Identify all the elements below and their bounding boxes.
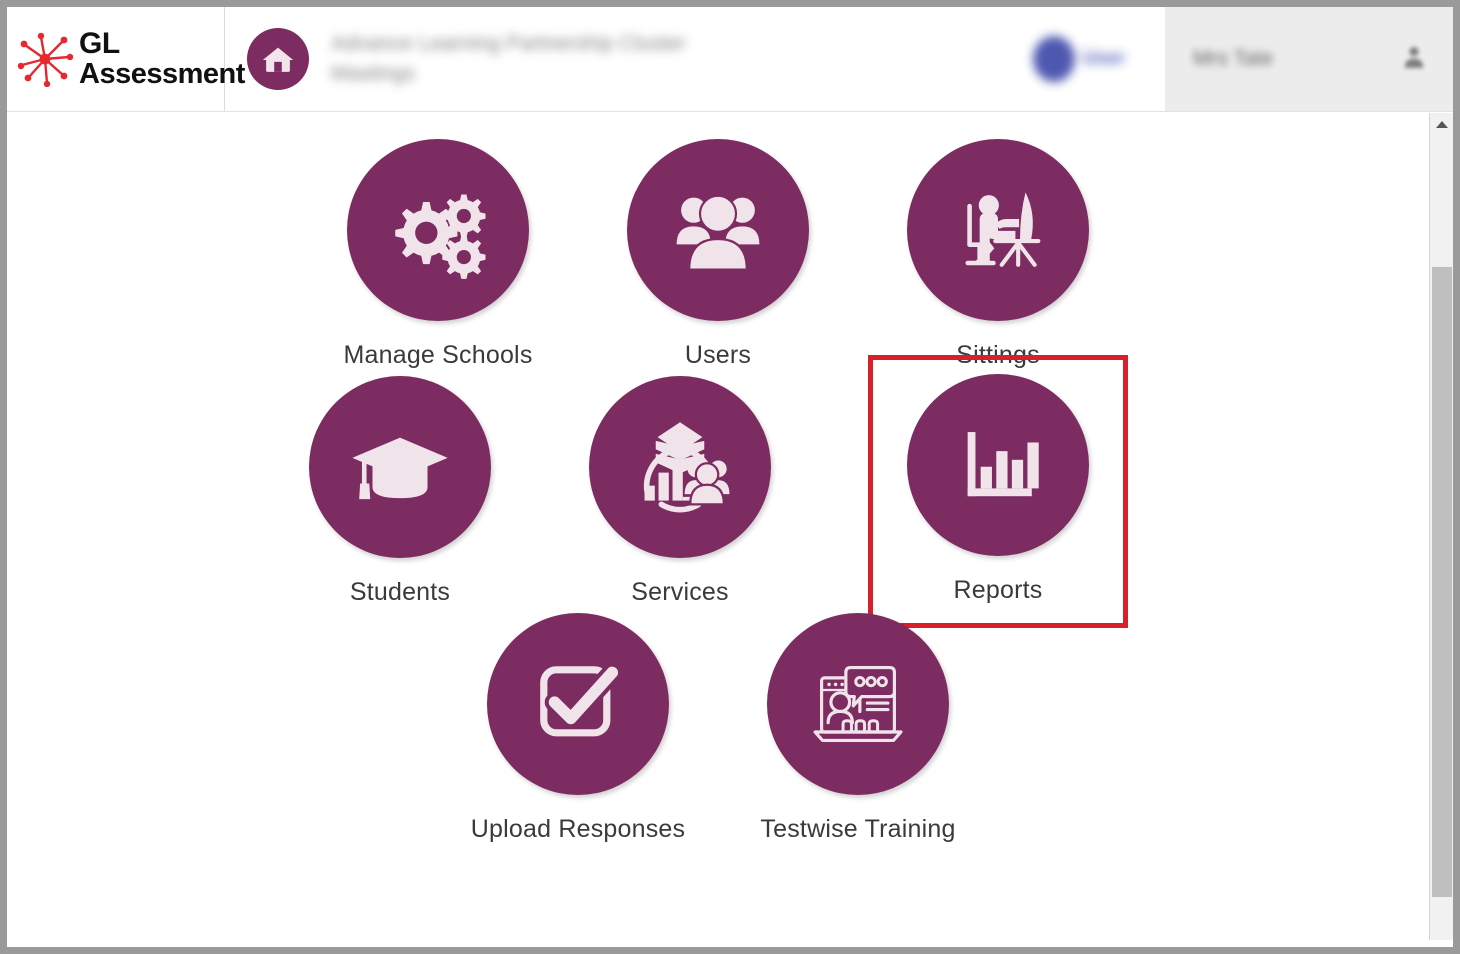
tile-users[interactable]: Users xyxy=(626,139,810,370)
tile-grid: Manage Schools Users Sittings Students S… xyxy=(7,113,1429,844)
person-at-desk-icon xyxy=(965,192,1041,267)
tile-label: Reports xyxy=(953,576,1043,604)
brand-line-1: GL xyxy=(79,27,120,60)
tile-manage-schools[interactable]: Manage Schools xyxy=(343,139,533,370)
tile-icon-container xyxy=(589,376,771,558)
tile-row: Students Services Reports xyxy=(7,355,1429,628)
tile-label: Users xyxy=(684,341,752,369)
tile-icon-container xyxy=(767,613,949,795)
brand-wordmark: GL Assessment xyxy=(79,27,245,90)
app-header: GL Assessment Advance Learning Partnersh… xyxy=(7,7,1453,112)
people-group-icon xyxy=(676,194,760,271)
tile-sittings[interactable]: Sittings xyxy=(906,139,1090,370)
brand-line-2: Assessment xyxy=(79,58,245,90)
checkbox-tick-icon xyxy=(540,662,623,737)
tile-icon-container xyxy=(309,376,491,558)
brand-logo[interactable]: GL Assessment xyxy=(7,7,245,111)
tile-upload-responses[interactable]: Upload Responses xyxy=(471,613,685,844)
tile-icon-container xyxy=(627,139,809,321)
account-panel[interactable]: Mrs Tate xyxy=(1165,7,1453,111)
user-badge-label: User xyxy=(1082,48,1125,69)
tile-label: Services xyxy=(631,578,729,606)
page-title-line-2: Mastings xyxy=(331,62,416,85)
graduation-cap-icon xyxy=(352,437,448,500)
tile-icon-container xyxy=(487,613,669,795)
chevron-up-icon xyxy=(1435,120,1448,128)
tile-label: Students xyxy=(349,578,451,606)
tile-row: Upload Responses Testwise Training xyxy=(7,613,1429,844)
scrollbar-thumb[interactable] xyxy=(1432,267,1452,897)
page-title: Advance Learning Partnership Cluster Mas… xyxy=(331,29,686,89)
tile-row: Manage Schools Users Sittings xyxy=(7,139,1429,370)
gears-icon xyxy=(395,194,486,279)
tile-testwise-training[interactable]: Testwise Training xyxy=(760,613,955,844)
laptop-webinar-icon xyxy=(813,666,903,742)
bar-chart-icon xyxy=(967,432,1039,497)
application-window: GL Assessment Advance Learning Partnersh… xyxy=(0,0,1460,954)
tile-services[interactable]: Services xyxy=(588,376,772,607)
tile-label: Testwise Training xyxy=(760,815,956,843)
page-title-line-1: Advance Learning Partnership Cluster xyxy=(331,32,686,55)
home-icon xyxy=(262,47,294,72)
scroll-up-button[interactable] xyxy=(1430,113,1453,135)
person-icon[interactable] xyxy=(1401,44,1427,75)
home-button[interactable] xyxy=(247,28,309,90)
services-chart-people-icon xyxy=(643,422,730,513)
tile-label: Upload Responses xyxy=(470,815,686,843)
tile-students[interactable]: Students xyxy=(308,376,492,607)
vertical-scrollbar[interactable] xyxy=(1429,113,1453,947)
main-content: Manage Schools Users Sittings Students S… xyxy=(7,113,1429,947)
user-badge[interactable]: User xyxy=(1032,36,1125,82)
tile-icon-container xyxy=(907,374,1089,556)
account-name: Mrs Tate xyxy=(1193,47,1274,70)
starburst-icon xyxy=(17,31,74,88)
tile-icon-container xyxy=(907,139,1089,321)
window-bottom-strip xyxy=(7,940,1453,947)
tile-reports[interactable]: Reports xyxy=(868,355,1128,628)
header-center: Advance Learning Partnership Cluster Mas… xyxy=(225,7,1165,111)
tile-label: Manage Schools xyxy=(343,341,533,369)
tile-icon-container xyxy=(347,139,529,321)
avatar xyxy=(1032,36,1075,82)
